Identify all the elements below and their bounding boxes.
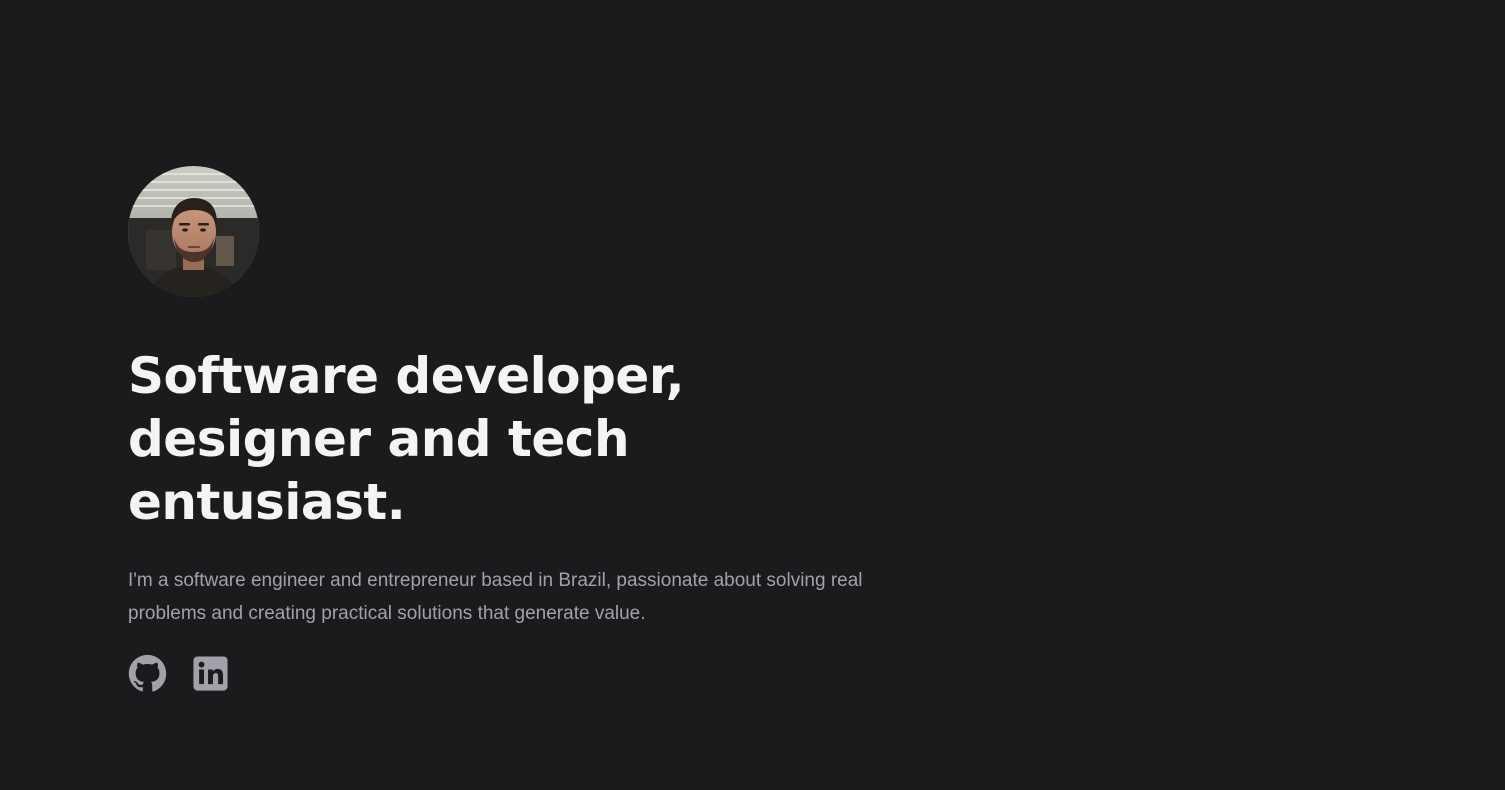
- social-links: [128, 654, 888, 693]
- hero-section: Software developer, designer and tech en…: [128, 166, 888, 693]
- avatar: [128, 166, 259, 297]
- page: Software developer, designer and tech en…: [0, 0, 1505, 790]
- github-icon: [128, 654, 167, 692]
- linkedin-icon: [193, 656, 228, 691]
- avatar-photo: [128, 166, 259, 297]
- linkedin-link[interactable]: [191, 654, 230, 693]
- github-link[interactable]: [128, 654, 167, 693]
- bio-text: I'm a software engineer and entrepreneur…: [128, 570, 863, 624]
- headline: Software developer, designer and tech en…: [128, 347, 685, 531]
